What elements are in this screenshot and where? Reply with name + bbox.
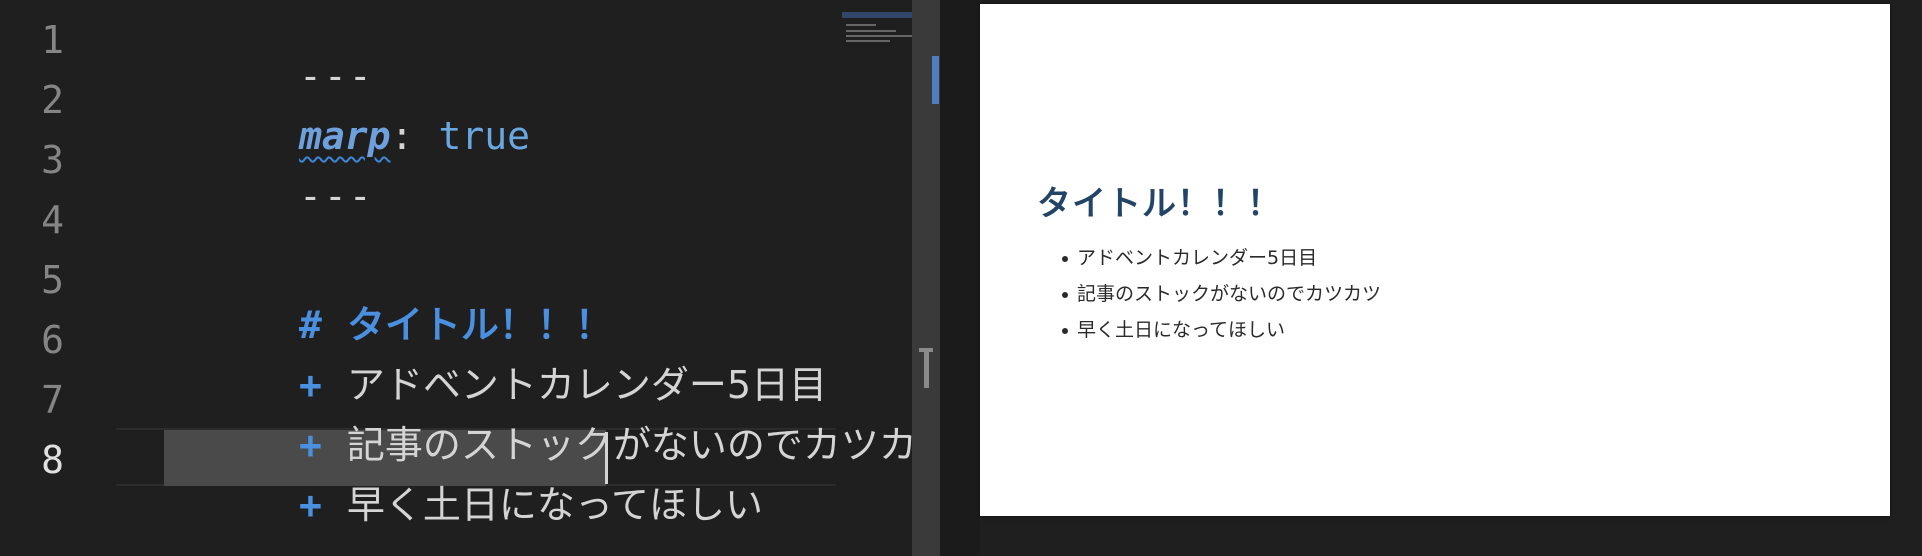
list-item-text: 早く土日になってほしい	[346, 483, 764, 527]
line-number-gutter: 1 2 3 4 5 6 7 8	[0, 0, 80, 556]
text-cursor	[605, 432, 608, 484]
editor-scrollbar[interactable]	[912, 0, 940, 556]
line-number: 3	[41, 138, 64, 182]
code-line-8[interactable]: + 早く土日になってほしい	[116, 430, 763, 527]
slide-bullet-list: アドベントカレンダー5日目 記事のストックがないのでカツカツ 早く土日になってほ…	[1061, 240, 1381, 348]
pane-resize-handle-icon[interactable]	[919, 344, 933, 392]
line-number: 5	[41, 258, 64, 302]
minimap-line	[846, 30, 896, 32]
code-editor[interactable]: ~ ~ ~ ~ 1 2 3 4 5 6 7 8 --- marp:true --…	[0, 0, 912, 556]
line-number: 1	[41, 18, 64, 62]
minimap[interactable]	[842, 8, 912, 48]
slide-bullet-item: 記事のストックがないのでカツカツ	[1061, 276, 1381, 312]
line-number: 6	[41, 318, 64, 362]
code-line-3[interactable]: ---	[116, 130, 374, 218]
line-number: 4	[41, 198, 64, 242]
code-line-6[interactable]: + アドベントカレンダー5日目	[116, 310, 827, 407]
slide-bullet-item: 早く土日になってほしい	[1061, 312, 1381, 348]
app-window: ~ ~ ~ ~ 1 2 3 4 5 6 7 8 --- marp:true --…	[0, 0, 1922, 556]
yaml-front-matter-delimiter: ---	[299, 174, 374, 218]
line-number-active: 8	[41, 438, 64, 482]
code-line-5[interactable]: # タイトル！！！	[116, 250, 613, 347]
minimap-viewport[interactable]	[842, 12, 912, 18]
pane-splitter[interactable]	[940, 0, 980, 556]
slide-bullet-item: アドベントカレンダー5日目	[1061, 240, 1381, 276]
yaml-value: true	[438, 114, 530, 158]
list-marker: +	[299, 483, 322, 527]
code-area[interactable]: --- marp: true --- # タイトル！！！ + アドベントカレンダー5日…	[116, 0, 912, 556]
scrollbar-cursor-marker	[932, 56, 939, 104]
line-number: 2	[41, 78, 64, 122]
minimap-line	[846, 35, 912, 37]
code-line-7[interactable]: + 記事のストックがないのでカツカツ	[116, 370, 912, 467]
slide-title: タイトル！！！	[1037, 184, 1282, 224]
code-line-2[interactable]: marp: true	[116, 70, 530, 158]
code-line-1[interactable]: ---	[116, 10, 374, 98]
minimap-line	[846, 40, 890, 42]
line-number: 7	[41, 378, 64, 422]
minimap-line	[846, 24, 876, 26]
yaml-colon: :	[390, 114, 414, 158]
slide-preview: タイトル！！！ アドベントカレンダー5日目 記事のストックがないのでカツカツ 早…	[980, 4, 1890, 516]
